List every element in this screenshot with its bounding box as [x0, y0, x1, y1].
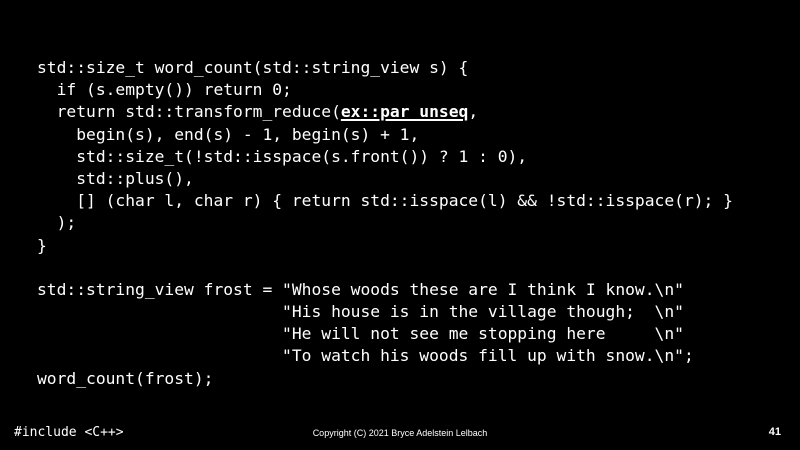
code-line: return std::transform_reduce(ex::par_uns… [37, 101, 733, 123]
code-line: std::size_t word_count(std::string_view … [37, 58, 469, 77]
slide: std::size_t word_count(std::string_view … [0, 0, 800, 450]
code-line: "His house is in the village though; \n" [37, 302, 684, 322]
code-line: word_count(frost); [37, 368, 214, 388]
code-line: begin(s), end(s) - 1, begin(s) + 1, [37, 124, 420, 144]
code-line: std::plus(), [37, 168, 194, 188]
code-line: [] (char l, char r) { return std::isspac… [37, 191, 733, 211]
code-line: std::size_t(!std::isspace(s.front()) ? 1… [37, 146, 528, 166]
code-line: std::string_view frost = "Whose woods th… [37, 279, 684, 299]
code-block: std::size_t word_count(std::string_view … [37, 57, 733, 390]
code-line: "To watch his woods fill up with snow.\n… [37, 346, 694, 366]
code-line: if (s.empty()) return 0; [37, 80, 292, 100]
code-line: } [37, 235, 47, 255]
footer-copyright: Copyright (C) 2021 Bryce Adelstein Lelba… [312, 428, 488, 438]
highlighted-execution-policy: ex::par_unseq [340, 102, 469, 122]
code-segment: return std::transform_reduce( [37, 102, 341, 122]
code-line: "He will not see me stopping here \n" [37, 324, 684, 344]
code-segment: , [468, 102, 479, 122]
code-line: ); [37, 213, 77, 233]
slide-number: 41 [768, 426, 781, 438]
